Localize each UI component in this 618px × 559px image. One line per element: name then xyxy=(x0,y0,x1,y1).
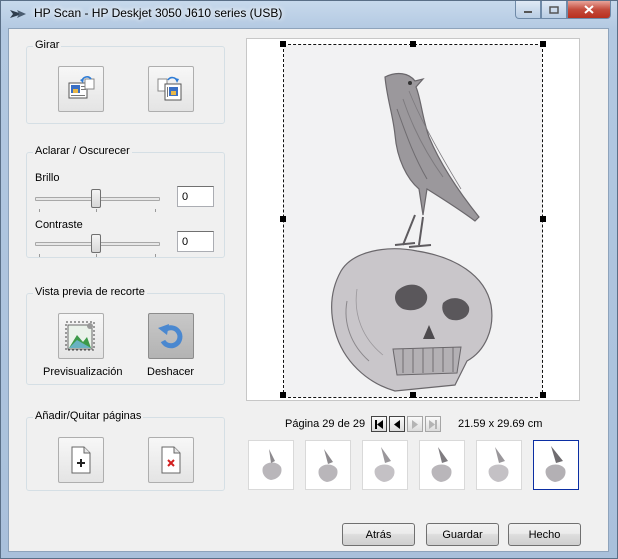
caption-buttons xyxy=(515,1,611,19)
app-window: HP Scan - HP Deskjet 3050 J610 series (U… xyxy=(0,0,618,559)
page-thumbnail[interactable] xyxy=(248,440,294,490)
page-thumbnail[interactable] xyxy=(362,440,408,490)
page-thumbnail[interactable] xyxy=(419,440,465,490)
page-thumbnail-selected[interactable] xyxy=(533,440,579,490)
crop-handle-bottom-right[interactable] xyxy=(540,392,546,398)
back-button[interactable]: Atrás xyxy=(342,523,415,546)
add-page-icon xyxy=(71,446,91,474)
close-icon xyxy=(584,5,594,14)
crop-handle-top-left[interactable] xyxy=(280,41,286,47)
next-page-icon xyxy=(412,419,418,429)
page-indicator: Página 29 de 29 xyxy=(285,418,366,430)
crop-handle-bottom-left[interactable] xyxy=(280,392,286,398)
page-navigation xyxy=(371,416,443,432)
add-page-button[interactable] xyxy=(58,437,104,483)
page-size: 21.59 x 29.69 cm xyxy=(458,418,543,430)
crop-frame[interactable] xyxy=(283,44,543,398)
window-title: HP Scan - HP Deskjet 3050 J610 series (U… xyxy=(34,6,283,20)
rotate-right-button[interactable] xyxy=(148,66,194,112)
maximize-icon xyxy=(549,5,559,14)
title-bar[interactable]: HP Scan - HP Deskjet 3050 J610 series (U… xyxy=(1,1,617,27)
crop-preview-icon xyxy=(65,321,95,351)
adjust-group: Aclarar / Oscurecer Brillo Contraste xyxy=(26,145,225,258)
rotate-right-icon xyxy=(157,76,182,101)
rotate-group-label: Girar xyxy=(33,39,62,51)
crop-handle-top-right[interactable] xyxy=(540,41,546,47)
rotate-group: Girar xyxy=(26,39,225,124)
first-page-button[interactable] xyxy=(371,416,387,432)
undo-icon xyxy=(158,324,183,349)
preview-button[interactable] xyxy=(58,313,104,359)
contrast-slider-thumb[interactable] xyxy=(91,234,101,253)
crop-handle-top[interactable] xyxy=(410,41,416,47)
remove-page-icon xyxy=(161,446,181,474)
last-page-icon xyxy=(429,419,437,429)
pages-group-label: Añadir/Quitar páginas xyxy=(33,410,144,422)
crop-handle-right[interactable] xyxy=(540,216,546,222)
prev-page-button[interactable] xyxy=(389,416,405,432)
crop-preview-group: Vista previa de recorte Previsualización… xyxy=(26,286,225,385)
pages-group: Añadir/Quitar páginas xyxy=(26,410,225,491)
page-thumbnail[interactable] xyxy=(476,440,522,490)
brightness-input[interactable] xyxy=(177,186,214,207)
save-button[interactable]: Guardar xyxy=(426,523,499,546)
done-button[interactable]: Hecho xyxy=(508,523,581,546)
crop-handle-left[interactable] xyxy=(280,216,286,222)
hp-logo-icon xyxy=(10,10,26,18)
undo-label: Deshacer xyxy=(147,366,195,378)
brightness-slider-thumb[interactable] xyxy=(91,189,101,208)
last-page-button[interactable] xyxy=(425,416,441,432)
client-area: Girar Aclarar / Oscurecer Brillo 0 Contr… xyxy=(8,28,609,552)
first-page-icon xyxy=(375,419,383,429)
minimize-icon xyxy=(524,10,532,13)
minimize-button[interactable] xyxy=(515,1,541,19)
next-page-button[interactable] xyxy=(407,416,423,432)
adjust-group-label: Aclarar / Oscurecer xyxy=(33,145,132,157)
rotate-left-icon xyxy=(68,76,95,99)
preview-label: Previsualización xyxy=(43,366,123,378)
contrast-input[interactable] xyxy=(177,231,214,252)
contrast-label: Contraste xyxy=(35,219,83,231)
page-thumbnail[interactable] xyxy=(305,440,351,490)
undo-button[interactable] xyxy=(148,313,194,359)
crop-handle-bottom[interactable] xyxy=(410,392,416,398)
rotate-left-button[interactable] xyxy=(58,66,104,112)
remove-page-button[interactable] xyxy=(148,437,194,483)
prev-page-icon xyxy=(394,419,400,429)
brightness-label: Brillo xyxy=(35,172,60,184)
maximize-button[interactable] xyxy=(541,1,567,19)
close-button[interactable] xyxy=(567,1,611,19)
scan-preview[interactable] xyxy=(246,38,580,401)
crop-preview-group-label: Vista previa de recorte xyxy=(33,286,147,298)
